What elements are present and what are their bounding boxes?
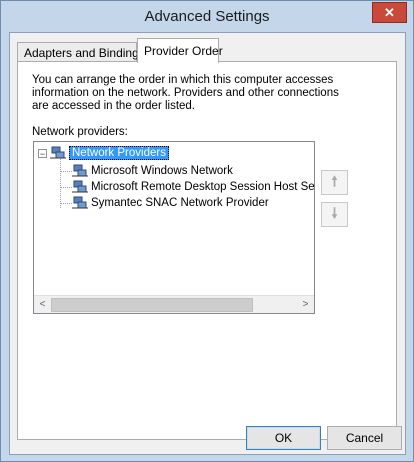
tree-item-label: Microsoft Remote Desktop Session Host Se… [91,181,315,193]
network-icon [72,164,88,177]
collapse-icon[interactable]: − [38,148,47,158]
network-providers-label: Network providers: [32,126,128,138]
tree-item-label: Microsoft Windows Network [91,165,233,177]
chevron-right-icon: > [302,299,309,310]
tab-label: Provider Order [144,44,223,58]
ok-button[interactable]: OK [246,426,321,450]
close-icon: ✕ [384,4,395,20]
tree-item-windows-network[interactable]: Microsoft Windows Network [72,163,233,179]
network-icon [50,146,66,159]
arrow-up-icon: 🠕 [331,172,338,189]
tree-root-network-providers[interactable]: − Network Providers [38,145,169,161]
scroll-left-button[interactable]: < [34,296,51,313]
scrollbar-thumb[interactable] [51,298,253,312]
horizontal-scrollbar[interactable]: < > [34,295,314,313]
arrow-down-icon: 🠗 [331,204,338,221]
window-title: Advanced Settings [144,8,270,25]
scroll-right-button[interactable]: > [297,296,314,313]
close-button[interactable]: ✕ [372,2,407,23]
move-up-button[interactable]: 🠕 [321,170,348,195]
dialog-window: Advanced Settings ✕ Adapters and Binding… [0,0,414,462]
description-text: You can arrange the order in which this … [32,74,339,112]
network-providers-tree[interactable]: − Network Providers Microsoft Windows Ne… [33,141,315,314]
tab-adapters-and-bindings[interactable]: Adapters and Bindings [17,42,145,62]
chevron-left-icon: < [39,299,46,310]
network-icon [72,180,88,193]
title-bar[interactable]: Advanced Settings ✕ [1,1,413,32]
tab-label: Adapters and Bindings [24,46,145,60]
dialog-client-area: Adapters and Bindings Provider Order You… [9,32,406,455]
tree-item-label: Symantec SNAC Network Provider [91,197,269,209]
tree-item-symantec-snac[interactable]: Symantec SNAC Network Provider [72,195,269,211]
provider-order-panel: You can arrange the order in which this … [17,61,397,440]
tree-root-label: Network Providers [69,146,169,160]
cancel-button[interactable]: Cancel [327,426,402,450]
move-down-button[interactable]: 🠗 [321,202,348,227]
tab-provider-order[interactable]: Provider Order [137,38,223,63]
tree-item-remote-desktop[interactable]: Microsoft Remote Desktop Session Host Se… [72,179,315,195]
network-icon [72,196,88,209]
